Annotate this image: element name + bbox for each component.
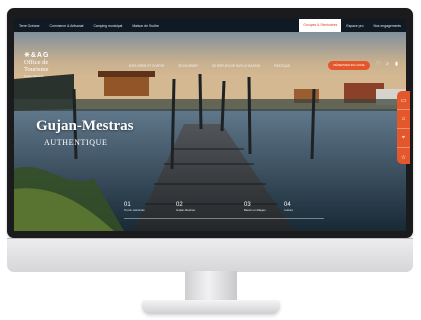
monitor-frame: Terre Océane Commerce & Artisanat Campin… [7,8,413,238]
carousel-step-label: Guijan-Mestras [176,208,195,212]
logo-line-1: Office de [24,59,49,66]
carousel-step[interactable]: 03 Bassin et villages [244,202,266,212]
carousel-step-label: Bassin et villages [244,208,266,212]
carousel-step[interactable]: 04 Culture [284,202,293,212]
monitor-chin [7,238,413,272]
topbar-link-engagements[interactable]: Nos engagements [368,24,406,28]
nav-item-sejourner[interactable]: SÉJOURNER [178,64,198,68]
monitor-stand-base [142,300,280,314]
logo-line-2: Tourisme [24,66,49,73]
nav-item-bassin[interactable]: SE RÉFLÉCHIR SUR LE BASSIN [212,64,260,68]
star-icon[interactable]: ☆ [397,148,410,166]
nav-item-pratique[interactable]: PRATIQUE [274,64,290,68]
topbar-link-camping[interactable]: Camping municipal [88,24,127,28]
language-flag-icon[interactable]: ▮ [392,61,401,67]
floating-action-sidebar: ▭ ⌂ ⌖ ☆ [397,91,410,164]
screen: Terre Océane Commerce & Artisanat Campin… [14,19,406,231]
carousel-step-label: Terroir ostréicole [124,208,145,212]
ticket-icon[interactable]: ⌂ [397,110,410,129]
topbar-link-groupes[interactable]: Groupes & Séminaires [299,19,342,32]
logo-mark: ✳&AG [24,52,50,59]
topbar-link-espace-pro[interactable]: Espace pro [341,24,368,28]
location-icon[interactable]: ⌖ [397,129,410,148]
main-nav: EXPLORER ET SORTIR SÉJOURNER SE RÉFLÉCHI… [129,64,304,68]
monitor-stand-neck [185,271,237,303]
site-logo[interactable]: ✳&AG Office de Tourisme Gujan-Mestras [24,51,49,78]
search-icon[interactable]: ⌕ [383,61,392,67]
bed-icon[interactable]: ▭ [397,91,410,110]
header-icons: ♡ ⌕ ▮ [374,61,401,67]
heart-icon[interactable]: ♡ [374,61,383,67]
hero-carousel-steps: 01 Terroir ostréicole 02 Guijan-Mestras … [124,202,324,224]
top-utility-bar: Terre Océane Commerce & Artisanat Campin… [14,19,406,32]
topbar-link-terre-oceane[interactable]: Terre Océane [14,24,45,28]
carousel-step[interactable]: 01 Terroir ostréicole [124,202,145,212]
carousel-step-label: Culture [284,208,294,212]
book-online-button[interactable]: RÉSERVER EN LIGNE [328,61,370,70]
hero-subtitle: AUTHENTIQUE [44,138,108,147]
topbar-right: Groupes & Séminaires Espace pro Nos enga… [299,19,406,32]
hero-title: Gujan-Mestras [36,118,134,134]
topbar-link-commerce[interactable]: Commerce & Artisanat [45,24,89,28]
nav-item-explorer[interactable]: EXPLORER ET SORTIR [129,64,164,68]
carousel-step[interactable]: 02 Guijan-Mestras [176,202,195,212]
carousel-progress-track [124,218,324,219]
topbar-link-maison[interactable]: Maison de l'huître [127,24,164,28]
logo-line-3: Gujan-Mestras [24,74,44,78]
